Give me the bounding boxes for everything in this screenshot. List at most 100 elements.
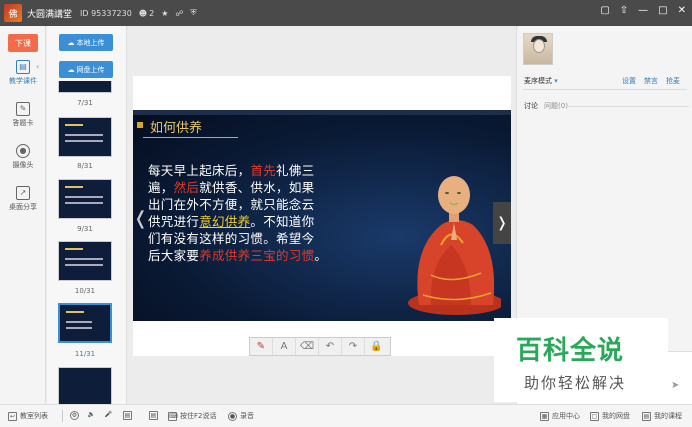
page-label-11: 11/31 xyxy=(74,350,96,358)
slide-line: 每天早上起床后，首先礼佛三 xyxy=(148,162,373,179)
watermark-overlay: 百科全说 助你轻松解决 xyxy=(494,318,668,402)
page-label-7: 7/31 xyxy=(77,99,93,107)
slide-line: 后大家要养成供养三宝的习惯。 xyxy=(148,247,373,264)
text-icon[interactable]: A xyxy=(273,338,296,355)
title-underline xyxy=(143,137,238,138)
title-bar: 佛 大圆满講堂 ID 95337230 ☻ 2 ★ ☍ ⛨ ▢ ⇧ — □ ✕ xyxy=(0,0,692,26)
cloud-icon: ☁ xyxy=(67,65,75,74)
mic-mode-select[interactable]: 麦序模式 ▾ xyxy=(524,76,558,86)
left-nav: 下课 ‹ ▤ 教学课件 ✎ 答题卡 ● 摄像头 ↗ 桌面分享 xyxy=(0,26,46,404)
slide-text-segment: 首先 xyxy=(250,163,277,178)
app-center-button[interactable]: ▦ 应用中心 xyxy=(540,411,580,421)
my-drive-button[interactable]: ▢ 我的网盘 xyxy=(590,411,630,421)
screen-icon[interactable]: ▤ xyxy=(123,411,135,420)
pin-icon[interactable]: ⇧ xyxy=(620,5,628,16)
app-title: 大圆满講堂 xyxy=(27,9,73,20)
watermark-main: 百科全说 xyxy=(516,336,625,366)
slide-text-segment: 供咒进行 xyxy=(148,214,200,229)
shield-icon[interactable]: ⛨ xyxy=(191,8,197,18)
monk-illustration xyxy=(408,176,501,315)
slide-text-segment: 养成供养三宝的习惯 xyxy=(199,248,315,263)
thumbnail-11[interactable] xyxy=(58,303,112,343)
next-slide-icon[interactable]: ❭ xyxy=(493,202,511,244)
thumbnail-9[interactable] xyxy=(58,179,112,219)
thumbnail-7[interactable] xyxy=(58,81,112,93)
speaker-icon[interactable]: 🔈 xyxy=(87,411,99,420)
slide-text-segment: 然后 xyxy=(173,180,200,195)
link-icon[interactable]: ☍ xyxy=(175,9,183,18)
send-icon[interactable]: ➤ xyxy=(671,380,685,393)
page-label-8: 8/31 xyxy=(77,162,93,170)
redo-icon[interactable]: ↷ xyxy=(342,338,365,355)
user-count: 2 xyxy=(149,8,155,18)
local-upload-button[interactable]: ☁ 本地上传 xyxy=(59,34,113,51)
cloud-upload-button[interactable]: ☁ 网盘上传 xyxy=(59,61,113,78)
camera-icon: ● xyxy=(16,144,30,158)
mute-link[interactable]: 禁言 xyxy=(644,76,658,86)
eraser-icon[interactable]: ⌫ xyxy=(296,338,319,355)
slide-title: 如何供养 xyxy=(150,121,203,136)
pen-icon[interactable]: ✎ xyxy=(250,338,273,355)
slide-text-segment: 每天早上起床后， xyxy=(148,163,251,178)
chevron-down-icon: ▾ xyxy=(554,77,558,85)
nav-courseware[interactable]: ▤ 教学课件 xyxy=(0,60,46,86)
settings-icon[interactable]: ⚙ xyxy=(70,411,82,420)
classroom-list-button[interactable]: ↩ 教室列表 xyxy=(8,411,48,421)
grab-mic-link[interactable]: 抢麦 xyxy=(666,76,680,86)
slide-text-segment: 礼佛三 xyxy=(276,163,315,178)
thumbnail-10[interactable] xyxy=(58,241,112,281)
slide-text-segment: 出门在外不方便，就只能念云 xyxy=(148,197,315,212)
user-icon: ☻ xyxy=(138,8,148,18)
page-label-10: 10/31 xyxy=(74,287,96,295)
app-logo-icon: 佛 xyxy=(4,4,22,22)
mic-links: 设置 禁言 抢麦 xyxy=(622,76,680,86)
restore-icon[interactable]: — xyxy=(638,5,648,16)
undo-icon[interactable]: ↶ xyxy=(319,338,342,355)
slide-text-segment: 意幻供养 xyxy=(199,214,251,229)
slide-line: 供咒进行意幻供养。不知道你 xyxy=(148,213,373,230)
current-slide[interactable]: 如何供养 每天早上起床后，首先礼佛三 遍，然后就供香、供水，如果 出门在外不方便，就… xyxy=(133,110,511,321)
upload-icon: ☁ xyxy=(67,38,75,47)
grid-icon: ▦ xyxy=(540,411,549,421)
star-icon[interactable]: ★ xyxy=(161,9,168,18)
keyboard-icon: ⌨ xyxy=(168,411,178,421)
page-label-9: 9/31 xyxy=(77,225,93,233)
teacher-avatar[interactable] xyxy=(523,33,553,65)
record-button[interactable]: ● 录音 xyxy=(228,411,254,421)
courseware-icon: ▤ xyxy=(16,60,30,74)
microphone-icon[interactable]: 🎤 xyxy=(104,411,116,420)
slide-line: 们有没有这样的习惯。希望今 xyxy=(148,230,373,247)
book-icon: ▤ xyxy=(642,411,651,421)
end-class-button[interactable]: 下课 xyxy=(8,34,38,52)
thumbnail-8[interactable] xyxy=(58,117,112,157)
nav-desktop-share[interactable]: ↗ 桌面分享 xyxy=(0,186,46,212)
maximize-icon[interactable]: □ xyxy=(658,5,667,16)
tab-discuss[interactable]: 讨论 xyxy=(524,101,538,111)
answer-card-icon: ✎ xyxy=(16,102,30,116)
nav-answer-card[interactable]: ✎ 答题卡 xyxy=(0,102,46,128)
slide-text-segment: 后大家要 xyxy=(148,248,200,263)
folder-icon: ▢ xyxy=(590,411,599,421)
volume-icon[interactable]: ▤ xyxy=(149,411,161,420)
nav-camera[interactable]: ● 摄像头 xyxy=(0,144,46,170)
slide-text-segment: 们有没有这样的习惯。希望今 xyxy=(148,231,315,246)
desktop-share-icon: ↗ xyxy=(16,186,30,200)
watermark-sub: 助你轻松解决 xyxy=(524,374,627,392)
thumbnail-panel: ☁ 本地上传 ☁ 网盘上传 7/31 8/31 9/31 10/31 11/31 xyxy=(47,26,127,404)
push-to-talk-button[interactable]: ⌨ 按住F2说话 xyxy=(168,411,216,421)
settings-link[interactable]: 设置 xyxy=(622,76,636,86)
my-course-button[interactable]: ▤ 我的课程 xyxy=(642,411,682,421)
main-stage: 如何供养 每天早上起床后，首先礼佛三 遍，然后就供香、供水，如果 出门在外不方便，就… xyxy=(128,26,516,404)
slide-line: 出门在外不方便，就只能念云 xyxy=(148,196,373,213)
slide-text-segment: 遍， xyxy=(148,180,174,195)
slide-text-segment: 就供香、供水，如果 xyxy=(199,180,315,195)
title-bullet xyxy=(137,122,143,128)
slide-text-segment: 。不知道你 xyxy=(250,214,315,229)
close-icon[interactable]: ✕ xyxy=(678,5,686,16)
lock-icon[interactable]: 🔒 xyxy=(365,338,388,355)
record-icon: ● xyxy=(228,411,237,421)
minimize-icon[interactable]: ▢ xyxy=(600,5,609,16)
prev-slide-icon[interactable]: ❬ xyxy=(133,208,148,229)
slide-text-segment: 。 xyxy=(314,248,328,263)
thumbnail-12[interactable] xyxy=(58,367,112,404)
